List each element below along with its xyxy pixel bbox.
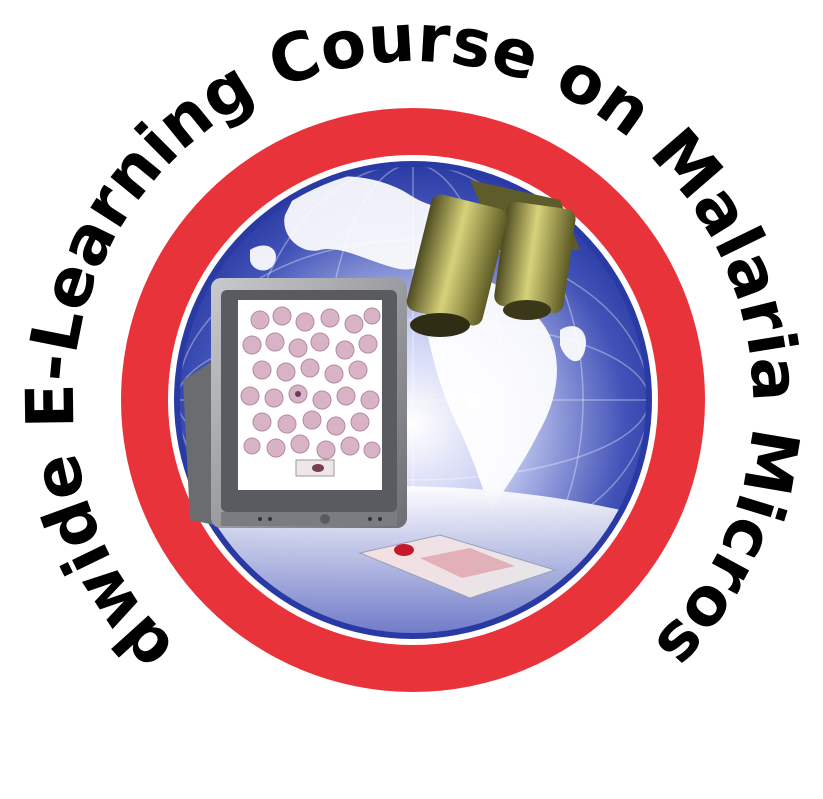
course-logo: Worldwide E-Learning Course on Malaria M… [0,0,815,692]
computer-monitor-icon [183,278,407,528]
